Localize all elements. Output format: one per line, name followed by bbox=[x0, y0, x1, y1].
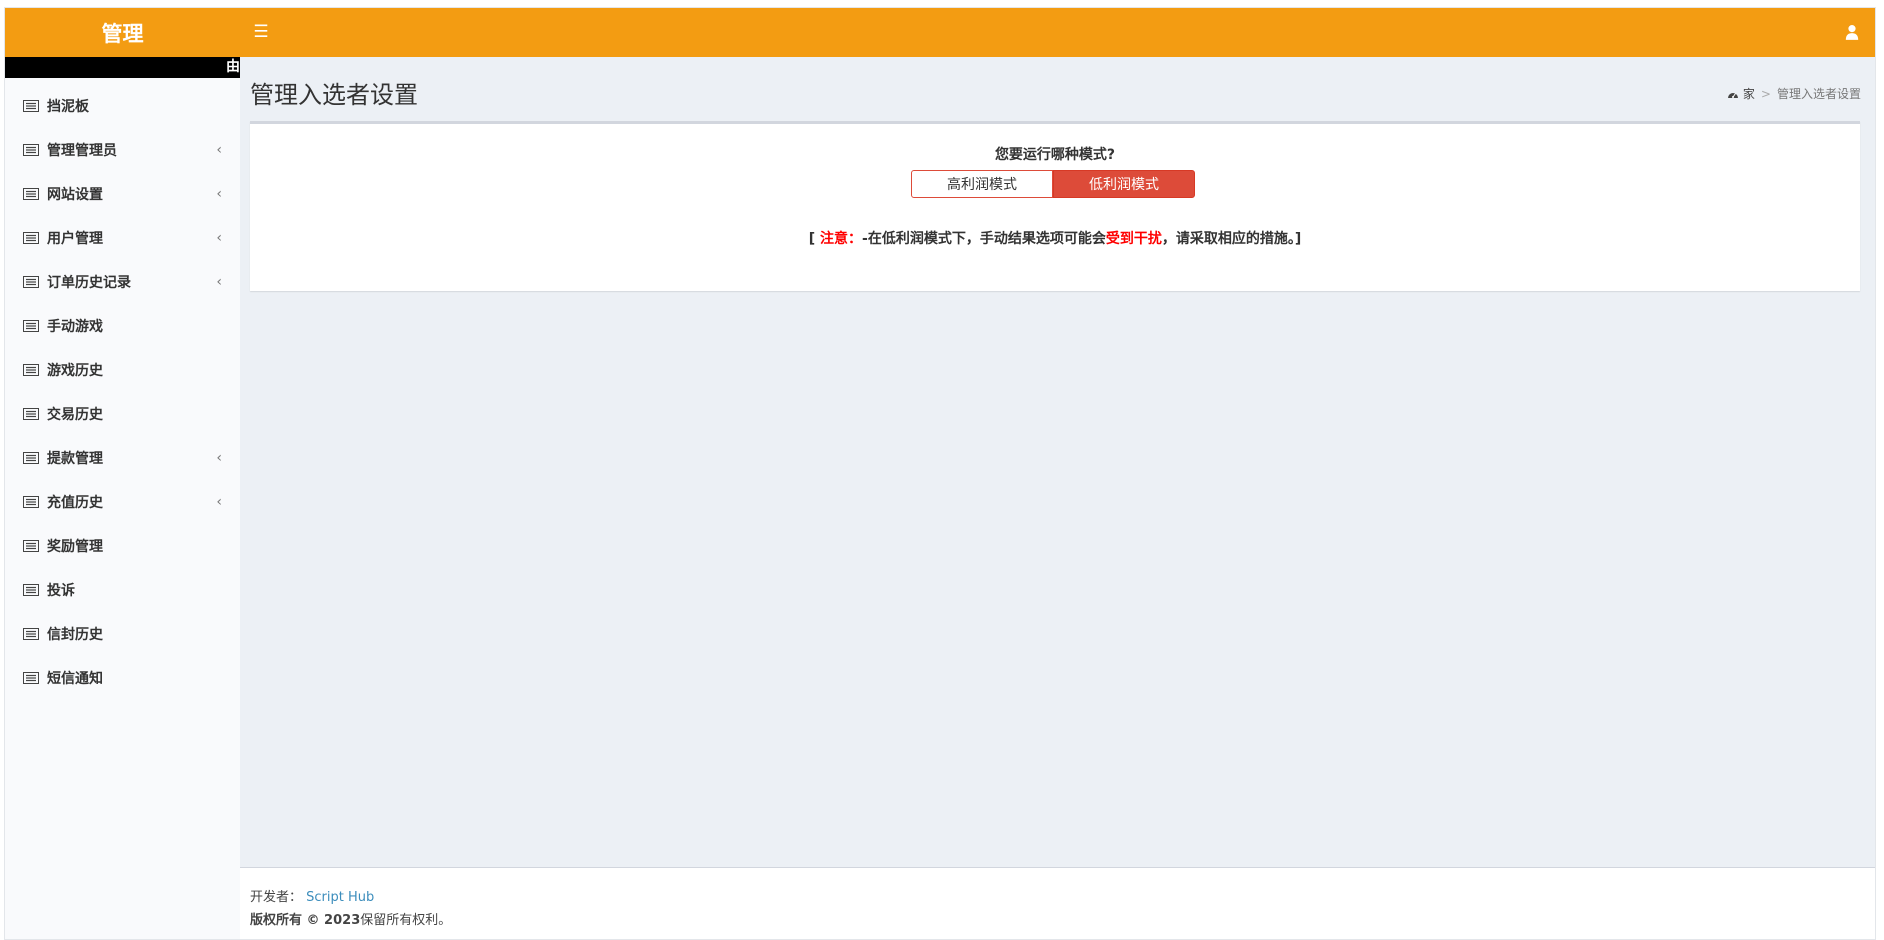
sidebar-user-strip: 由 bbox=[5, 57, 240, 78]
footer-copyright: 版权所有 © 2023保留所有权利。 bbox=[250, 909, 1865, 928]
sidebar-item-label: 交易历史 bbox=[47, 407, 103, 423]
page-title: 管理入选者设置 bbox=[250, 81, 418, 109]
list-icon bbox=[23, 672, 39, 684]
sidebar-item-label: 游戏历史 bbox=[47, 363, 103, 379]
footer: 开发者： Script Hub 版权所有 © 2023保留所有权利。 bbox=[240, 867, 1875, 939]
sidebar-item[interactable]: 信封历史 bbox=[5, 612, 240, 656]
sidebar-item[interactable]: 奖励管理 bbox=[5, 524, 240, 568]
sidebar-item[interactable]: 手动游戏 bbox=[5, 304, 240, 348]
sidebar-item-label: 信封历史 bbox=[47, 627, 103, 643]
sidebar-item-label: 短信通知 bbox=[47, 671, 103, 687]
sidebar-item[interactable]: 提款管理 ‹ bbox=[5, 436, 240, 480]
mode-question: 您要运行哪种模式? bbox=[994, 147, 1116, 163]
app-window: 管理 ☰ 由 挡泥板管理管理员 ‹ 网站设置 ‹ 用户管理 ‹ 订单历史记录 ‹ 手动游戏游戏历… bbox=[4, 7, 1876, 940]
sidebar-item[interactable]: 网站设置 ‹ bbox=[5, 172, 240, 216]
list-icon bbox=[23, 232, 39, 244]
sidebar-item-label: 挡泥板 bbox=[47, 99, 89, 115]
hamburger-icon[interactable]: ☰ bbox=[250, 21, 272, 43]
chevron-left-icon: ‹ bbox=[216, 450, 222, 466]
sidebar-item-label: 提款管理 bbox=[47, 451, 103, 467]
sidebar-item-label: 用户管理 bbox=[47, 231, 103, 247]
chevron-left-icon: ‹ bbox=[216, 274, 222, 290]
list-icon bbox=[23, 540, 39, 552]
sidebar-item[interactable]: 投诉 bbox=[5, 568, 240, 612]
list-icon bbox=[23, 100, 39, 112]
breadcrumb-separator: > bbox=[1760, 86, 1771, 101]
high-profit-mode-button[interactable]: 高利润模式 bbox=[911, 170, 1053, 198]
notice-text-1: -在低利润模式下，手动结果选项可能会 bbox=[862, 231, 1106, 247]
sidebar-item-label: 奖励管理 bbox=[47, 539, 103, 555]
developer-label: 开发者： bbox=[250, 890, 303, 905]
sidebar-item-label: 管理管理员 bbox=[47, 143, 117, 159]
notice-highlight: 受到干扰 bbox=[1105, 231, 1162, 247]
list-icon bbox=[23, 320, 39, 332]
list-icon bbox=[23, 496, 39, 508]
sidebar-item[interactable]: 游戏历史 bbox=[5, 348, 240, 392]
app-logo[interactable]: 管理 bbox=[5, 8, 240, 57]
mode-toggle-group: 高利润模式 低利润模式 bbox=[911, 170, 1195, 198]
sidebar-item[interactable]: 挡泥板 bbox=[5, 84, 240, 128]
sidebar-menu: 挡泥板管理管理员 ‹ 网站设置 ‹ 用户管理 ‹ 订单历史记录 ‹ 手动游戏游戏历史交易历史提款… bbox=[5, 78, 240, 700]
dashboard-icon bbox=[1727, 92, 1738, 98]
mode-settings-box: 您要运行哪种模式? 高利润模式 低利润模式 [ 注意：-在低利润模式下，手动结果… bbox=[250, 121, 1860, 291]
list-icon bbox=[23, 276, 39, 288]
chevron-left-icon: ‹ bbox=[216, 230, 222, 246]
breadcrumb-home[interactable]: 家 bbox=[1727, 85, 1755, 102]
copyright-rest: 保留所有权利。 bbox=[360, 913, 452, 928]
list-icon bbox=[23, 364, 39, 376]
sidebar-item[interactable]: 用户管理 ‹ bbox=[5, 216, 240, 260]
sidebar-item-label: 订单历史记录 bbox=[47, 275, 131, 291]
chevron-left-icon: ‹ bbox=[216, 186, 222, 202]
mode-notice: [ 注意：-在低利润模式下，手动结果选项可能会受到干扰，请采取相应的措施。] bbox=[250, 228, 1860, 248]
sidebar-item[interactable]: 管理管理员 ‹ bbox=[5, 128, 240, 172]
list-icon bbox=[23, 188, 39, 200]
copyright-bold: 版权所有 © 2023 bbox=[250, 913, 361, 928]
sidebar-item-label: 网站设置 bbox=[47, 187, 103, 203]
low-profit-mode-button[interactable]: 低利润模式 bbox=[1053, 170, 1195, 198]
main-content: 管理入选者设置 家 > 管理入选者设置 您要运行哪种模式? 高利润模式 低利润模… bbox=[240, 57, 1875, 939]
breadcrumb-home-label: 家 bbox=[1742, 87, 1755, 101]
sidebar-item[interactable]: 短信通知 bbox=[5, 656, 240, 700]
breadcrumb-current: 管理入选者设置 bbox=[1776, 87, 1861, 101]
user-icon[interactable] bbox=[1843, 23, 1861, 41]
sidebar-item[interactable]: 充值历史 ‹ bbox=[5, 480, 240, 524]
sidebar-item-label: 充值历史 bbox=[47, 495, 103, 511]
top-navbar: ☰ bbox=[240, 8, 1875, 57]
list-icon bbox=[23, 584, 39, 596]
list-icon bbox=[23, 452, 39, 464]
sidebar-item[interactable]: 交易历史 bbox=[5, 392, 240, 436]
sidebar-item-label: 手动游戏 bbox=[47, 319, 103, 335]
list-icon bbox=[23, 144, 39, 156]
chevron-left-icon: ‹ bbox=[216, 142, 222, 158]
list-icon bbox=[23, 628, 39, 640]
sidebar-item[interactable]: 订单历史记录 ‹ bbox=[5, 260, 240, 304]
notice-text-2: ，请采取相应的措施。] bbox=[1161, 231, 1302, 247]
list-icon bbox=[23, 408, 39, 420]
chevron-left-icon: ‹ bbox=[216, 494, 222, 510]
sidebar-item-label: 投诉 bbox=[47, 583, 75, 599]
notice-label: 注意： bbox=[820, 231, 863, 247]
developer-link[interactable]: Script Hub bbox=[306, 890, 374, 905]
breadcrumb: 家 > 管理入选者设置 bbox=[1727, 85, 1861, 102]
footer-developer: 开发者： Script Hub bbox=[250, 886, 1865, 905]
notice-open-bracket: [ bbox=[808, 231, 821, 247]
sidebar: 由 挡泥板管理管理员 ‹ 网站设置 ‹ 用户管理 ‹ 订单历史记录 ‹ 手动游戏游戏历史交易历史… bbox=[5, 57, 240, 939]
